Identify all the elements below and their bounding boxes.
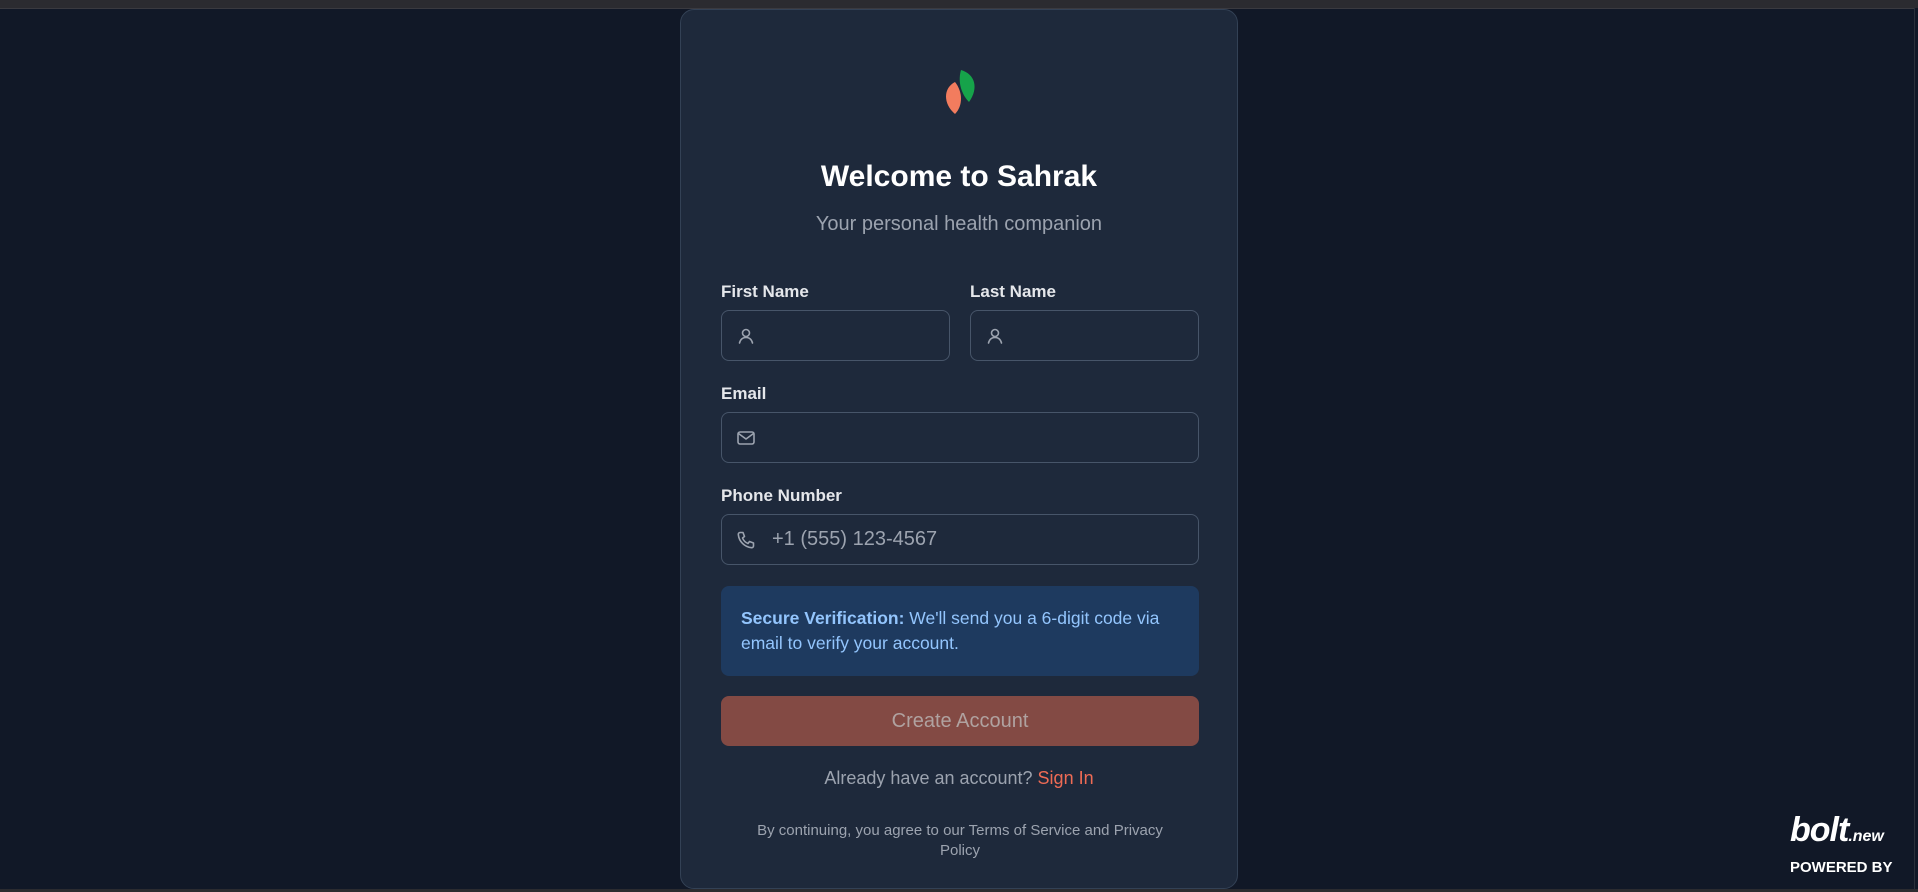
email-field[interactable] — [721, 412, 1199, 463]
bolt-logo: bolt.new — [1790, 812, 1902, 855]
sahrak-leaf-logo — [946, 70, 975, 114]
notice-title: Secure Verification: — [741, 608, 905, 628]
phone-icon — [737, 531, 755, 549]
page-title: Welcome to Sahrak — [820, 160, 1098, 193]
browser-top-bar — [0, 0, 1918, 9]
first-name-label: First Name — [721, 282, 809, 301]
user-icon — [738, 328, 754, 344]
signin-prompt: Already have an account? — [824, 768, 1038, 788]
mail-icon — [737, 430, 755, 445]
user-icon — [987, 328, 1003, 344]
signin-row: Already have an account? Sign In — [681, 768, 1237, 789]
email-input[interactable] — [756, 412, 1198, 463]
bolt-suffix: .new — [1848, 828, 1884, 845]
first-name-field[interactable] — [721, 310, 1039, 361]
page-subtitle: Your personal health companion — [815, 213, 1103, 235]
bolt-brand: bolt — [1790, 811, 1849, 849]
phone-field[interactable] — [721, 514, 1199, 565]
last-name-label: Last Name — [970, 282, 1056, 301]
legal-text: By continuing, you agree to our Terms of… — [757, 822, 1163, 859]
page-scrollbar[interactable] — [1914, 8, 1918, 892]
phone-input[interactable] — [756, 514, 1198, 565]
last-name-field[interactable] — [970, 310, 1288, 361]
create-account-button[interactable]: Create Account — [721, 696, 1199, 746]
email-label: Email — [721, 384, 767, 403]
signin-link[interactable]: Sign In — [1038, 768, 1094, 788]
powered-by-label: POWERED BY — [1790, 859, 1893, 876]
bolt-badge[interactable]: bolt.new POWERED BY — [1790, 812, 1902, 876]
signup-card: Welcome to Sahrak Your personal health c… — [680, 9, 1288, 889]
last-name-input[interactable] — [1005, 310, 1288, 361]
phone-label: Phone Number — [721, 486, 842, 505]
verification-notice: Secure Verification: We'll send you a 6-… — [721, 586, 1199, 676]
